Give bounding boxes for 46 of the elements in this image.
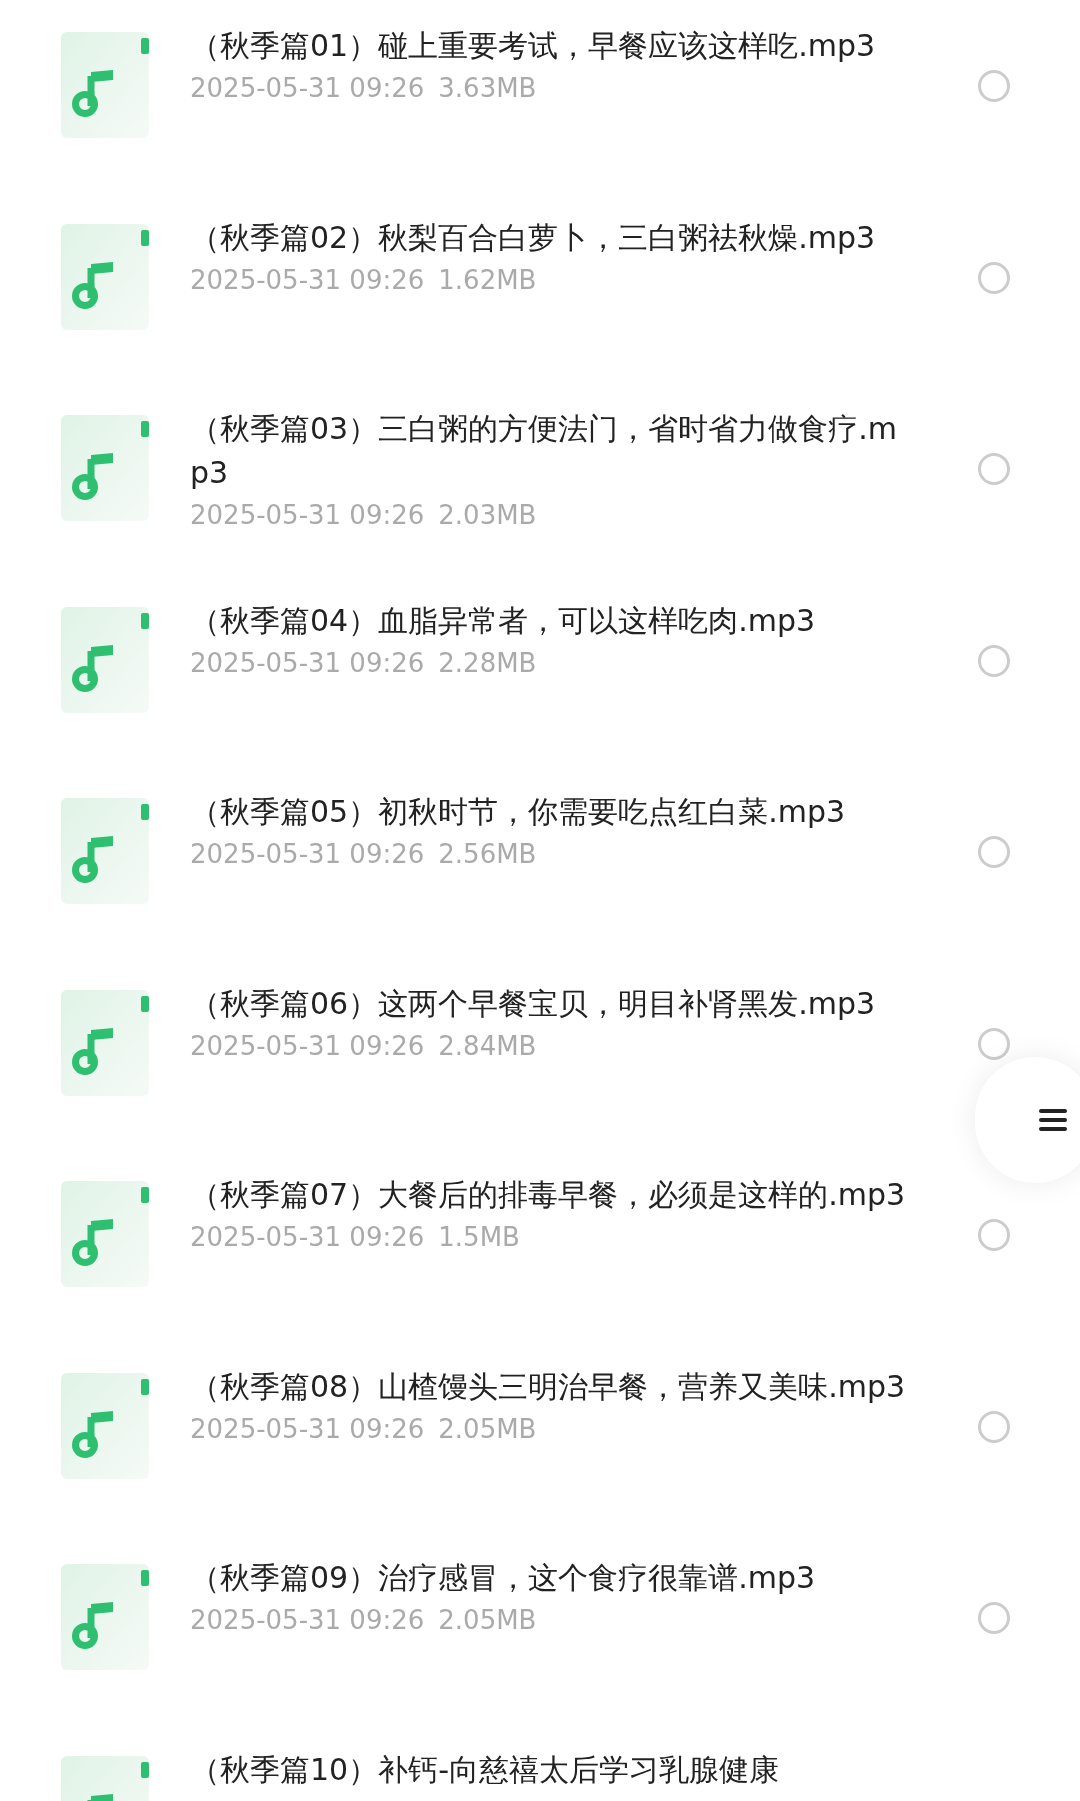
file-date: 2025-05-31 09:26 (190, 1604, 425, 1637)
select-radio[interactable] (978, 1602, 1010, 1634)
select-radio[interactable] (978, 1219, 1010, 1251)
file-size: 2.28MB (438, 646, 537, 680)
select-radio[interactable] (978, 1410, 1010, 1443)
file-size: 2.03MB (438, 499, 537, 532)
select-radio[interactable] (978, 70, 1010, 102)
file-name: （秋季篇05）初秋时节，你需要吃点红白菜.mp3 (190, 793, 847, 831)
file-date: 2025-05-31 09:26 (190, 263, 425, 297)
file-name: （秋季篇04）血脂异常者，可以这样吃肉.mp3 (190, 601, 817, 640)
file-date: 2025-05-31 09:26 (190, 646, 425, 680)
music-file-icon (61, 606, 149, 713)
music-file-icon (61, 415, 149, 521)
music-file-icon (61, 1181, 149, 1287)
file-name: （秋季篇03）三白粥的方便法门，省时省力做食疗.mp3 (190, 410, 898, 492)
select-radio[interactable] (978, 261, 1010, 294)
file-size: 3.63MB (438, 72, 537, 105)
file-date: 2025-05-31 09:26 (190, 838, 425, 871)
file-name: （秋季篇01）碰上重要考试，早餐应该这样吃.mp3 (190, 27, 877, 65)
file-date: 2025-05-31 09:26 (190, 72, 425, 105)
file-name: （秋季篇10）补钙-向慈禧太后学习乳腺健康 (190, 1750, 780, 1789)
file-name: （秋季篇09）治疗感冒，这个食疗很靠谱.mp3 (190, 1559, 817, 1597)
music-file-icon (61, 1564, 149, 1670)
file-date: 2025-05-31 09:26 (190, 1221, 425, 1254)
file-size: 2.05MB (438, 1412, 537, 1446)
file-date: 2025-05-31 09:26 (190, 499, 425, 532)
select-radio[interactable] (978, 644, 1010, 677)
file-size: 1.62MB (438, 263, 537, 297)
file-date: 2025-05-31 09:26 (190, 1029, 425, 1063)
file-date: 2025-05-31 09:26 (190, 1412, 425, 1446)
file-name: （秋季篇08）山楂馒头三明治早餐，营养又美味.mp3 (190, 1367, 907, 1406)
music-file-icon (61, 798, 149, 904)
file-name: （秋季篇07）大餐后的排毒早餐，必须是这样的.mp3 (190, 1176, 907, 1214)
select-radio[interactable] (978, 836, 1010, 868)
music-file-icon (61, 223, 149, 330)
file-size: 2.05MB (438, 1604, 537, 1637)
music-file-icon (61, 32, 149, 138)
file-size: 1.5MB (438, 1221, 520, 1254)
file-name: （秋季篇02）秋梨百合白萝卜，三白粥祛秋燥.mp3 (190, 218, 877, 257)
file-name: （秋季篇06）这两个早餐宝贝，明目补肾黑发.mp3 (190, 984, 877, 1023)
select-radio[interactable] (978, 453, 1010, 485)
select-radio[interactable] (978, 1027, 1010, 1060)
file-size: 2.84MB (438, 1029, 537, 1063)
file-size: 2.56MB (438, 838, 537, 871)
music-file-icon (61, 1372, 149, 1479)
music-file-icon (61, 989, 149, 1096)
